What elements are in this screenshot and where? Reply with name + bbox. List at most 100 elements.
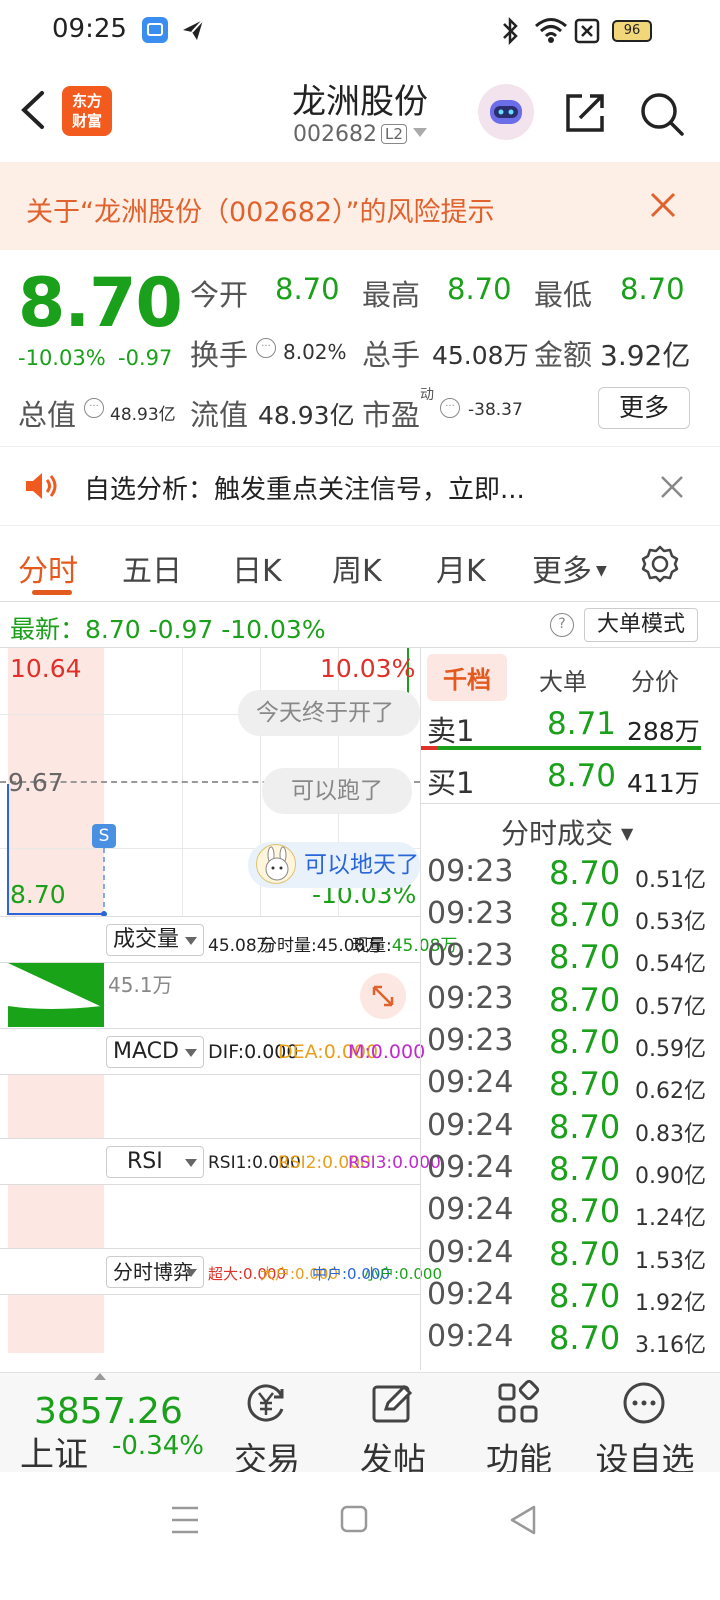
system-navigation-bar — [0, 1472, 720, 1600]
y-axis-mid-label: 9.67 — [8, 768, 64, 797]
tab-weekly-k[interactable]: 周K — [332, 546, 382, 590]
analysis-ticker[interactable]: 自选分析：触发重点关注信号，立即... — [0, 446, 720, 526]
level2-tag: L2 — [381, 124, 407, 144]
trade-row: 09:24 8.70 3.16亿 — [427, 1319, 706, 1358]
expand-icon[interactable] — [360, 973, 406, 1019]
menu-icon[interactable] — [170, 1504, 200, 1536]
help-icon[interactable]: ? — [550, 613, 574, 637]
trades-title-selector[interactable]: 分时成交 ▼ — [501, 812, 633, 852]
change-percent: -10.03% — [18, 346, 106, 370]
macd-selector[interactable]: MACD — [106, 1036, 204, 1068]
ai-assistant-robot-icon[interactable] — [478, 84, 534, 140]
close-icon[interactable] — [646, 188, 680, 222]
chevron-up-icon — [94, 1373, 106, 1380]
more-button[interactable]: 更多 — [598, 387, 690, 429]
last-price: 8.70 — [18, 264, 183, 343]
info-icon[interactable]: ··· — [256, 338, 276, 358]
trade-row: 09:24 8.70 0.83亿 — [427, 1108, 706, 1147]
back-triangle-icon[interactable] — [508, 1504, 538, 1536]
comment-bubble[interactable]: 今天终于开了 — [238, 690, 420, 736]
close-icon[interactable] — [658, 473, 686, 501]
yen-trade-icon — [247, 1384, 284, 1422]
app-notification-icon — [142, 17, 168, 43]
status-bar: 09:25 96 — [0, 0, 720, 62]
grid-functions-icon — [498, 1379, 540, 1423]
app-header: 东方 财富 龙洲股份 002682 L2 — [0, 62, 720, 162]
trade-row: 09:23 8.70 0.59亿 — [427, 1023, 706, 1062]
float-cap-label: 流值 — [190, 398, 249, 432]
pe-dynamic-tag: 动 — [420, 387, 434, 403]
tab-monthly-k[interactable]: 月K — [436, 546, 486, 590]
tab-five-day[interactable]: 五日 — [122, 546, 182, 590]
capital-flow-selector[interactable]: 分时博弈 — [106, 1256, 204, 1288]
order-book-panel: 千档 大单 分价 卖1 8.71 288万 买1 8.70 411万 分时成交 ▼… — [420, 648, 720, 1370]
low-label: 最低 — [534, 278, 593, 312]
paper-plane-icon — [183, 19, 204, 40]
intraday-chart-panel[interactable]: 10.64 10.03% 9.67 8.70 -10.03% S 今天终于开了 … — [0, 648, 457, 1370]
rabbit-avatar — [256, 844, 296, 884]
bottom-toolbar: 3857.26 上证 -0.34% 交易 发帖 功能 设自选 — [0, 1372, 720, 1479]
volume-indicator-bar: 成交量 45.08万 分时量:45.08万 现量:45.08万 — [0, 916, 457, 962]
risk-warning-banner[interactable]: 关于“龙洲股份（002682）”的风险提示 — [0, 162, 720, 250]
auction-period-shade — [8, 1075, 104, 1138]
more-circle-icon — [623, 1382, 665, 1424]
latest-quote-text: 最新：8.70 -0.97 -10.03% — [10, 615, 326, 644]
gear-icon[interactable] — [640, 544, 680, 584]
pe-value: -38.37 — [468, 400, 523, 420]
market-cap-value: 48.93亿 — [110, 405, 176, 425]
battery-indicator: 96 — [612, 20, 652, 42]
sell-level-1: 卖1 8.71 288万 — [427, 706, 700, 748]
market-cap-label: 总值 — [18, 398, 77, 432]
signal-badge[interactable]: S — [92, 824, 116, 848]
tab-price-distribution[interactable]: 分价 — [631, 662, 679, 697]
y-axis-high-pct-label: 10.03% — [320, 654, 416, 683]
nav-trade[interactable]: 交易 — [202, 1373, 332, 1479]
open-value: 8.70 — [275, 272, 340, 306]
tab-thousand-level[interactable]: 千档 — [427, 654, 507, 701]
share-icon[interactable] — [562, 90, 608, 136]
chevron-down-icon — [412, 128, 427, 137]
info-icon[interactable]: ··· — [84, 398, 104, 418]
nav-add-watchlist[interactable]: 设自选 — [580, 1373, 710, 1479]
tab-more[interactable]: 更多 ▼ — [532, 546, 607, 590]
volume-bars — [8, 963, 104, 1027]
chart-period-tabs: 分时 五日 日K 周K 月K 更多 ▼ — [0, 526, 720, 602]
macd-m: M:0.000 — [348, 1041, 426, 1063]
info-icon[interactable]: ··· — [440, 398, 460, 418]
trade-list[interactable]: 09:23 8.70 0.51亿 09:23 8.70 0.53亿 09:23 8.70 0… — [421, 854, 720, 1370]
status-time: 09:25 — [52, 14, 127, 44]
volume-axis-label: 45.1万 — [108, 973, 173, 997]
bid-ask-ratio-bar — [421, 746, 701, 750]
capital-flow-indicator-bar: 分时博弈 超大:0.000 大户:0.000 中户:0.000 小户:0.000 — [0, 1248, 442, 1294]
trade-row: 09:23 8.70 0.51亿 — [427, 854, 706, 893]
rsi-indicator-bar: RSI RSI1:0.000 RSI2:0.000 RSI3:0.000 — [0, 1138, 441, 1184]
macd-chart — [0, 1074, 420, 1138]
pe-label: 市盈 — [362, 398, 421, 432]
amount-value: 3.92亿 — [600, 339, 691, 372]
search-icon[interactable] — [638, 90, 686, 138]
low-value: 8.70 — [620, 272, 685, 306]
no-sim-icon — [574, 18, 600, 44]
capital-flow-chart — [0, 1294, 420, 1358]
tab-intraday[interactable]: 分时 — [18, 546, 78, 590]
trade-row: 09:24 8.70 1.92亿 — [427, 1277, 706, 1316]
latest-quote-bar: 最新：8.70 -0.97 -10.03% ? 大单模式 — [0, 602, 720, 648]
big-order-mode-button[interactable]: 大单模式 — [584, 608, 698, 642]
home-icon[interactable] — [340, 1504, 368, 1534]
nav-functions[interactable]: 功能 — [454, 1373, 584, 1479]
trade-row: 09:23 8.70 0.54亿 — [427, 938, 706, 977]
rsi-selector[interactable]: RSI — [106, 1146, 204, 1178]
comment-bubble[interactable]: 可以跑了 — [262, 768, 412, 814]
ticker-text[interactable]: 自选分析：触发重点关注信号，立即... — [84, 469, 525, 506]
tab-daily-k[interactable]: 日K — [232, 546, 282, 590]
nav-post[interactable]: 发帖 — [328, 1373, 458, 1479]
y-axis-high-label: 10.64 — [10, 654, 82, 683]
buy-level-1: 买1 8.70 411万 — [421, 754, 720, 804]
tab-big-orders[interactable]: 大单 — [539, 662, 587, 697]
stock-code-selector[interactable]: 002682 L2 — [0, 122, 720, 147]
index-ticker[interactable]: 3857.26 上证 -0.34% — [0, 1373, 204, 1475]
turnover-value: 8.02% — [283, 340, 347, 364]
volume-selector[interactable]: 成交量 — [106, 924, 204, 956]
risk-warning-text[interactable]: 关于“龙洲股份（002682）”的风险提示 — [26, 190, 495, 229]
stock-name: 龙洲股份 — [292, 82, 428, 122]
